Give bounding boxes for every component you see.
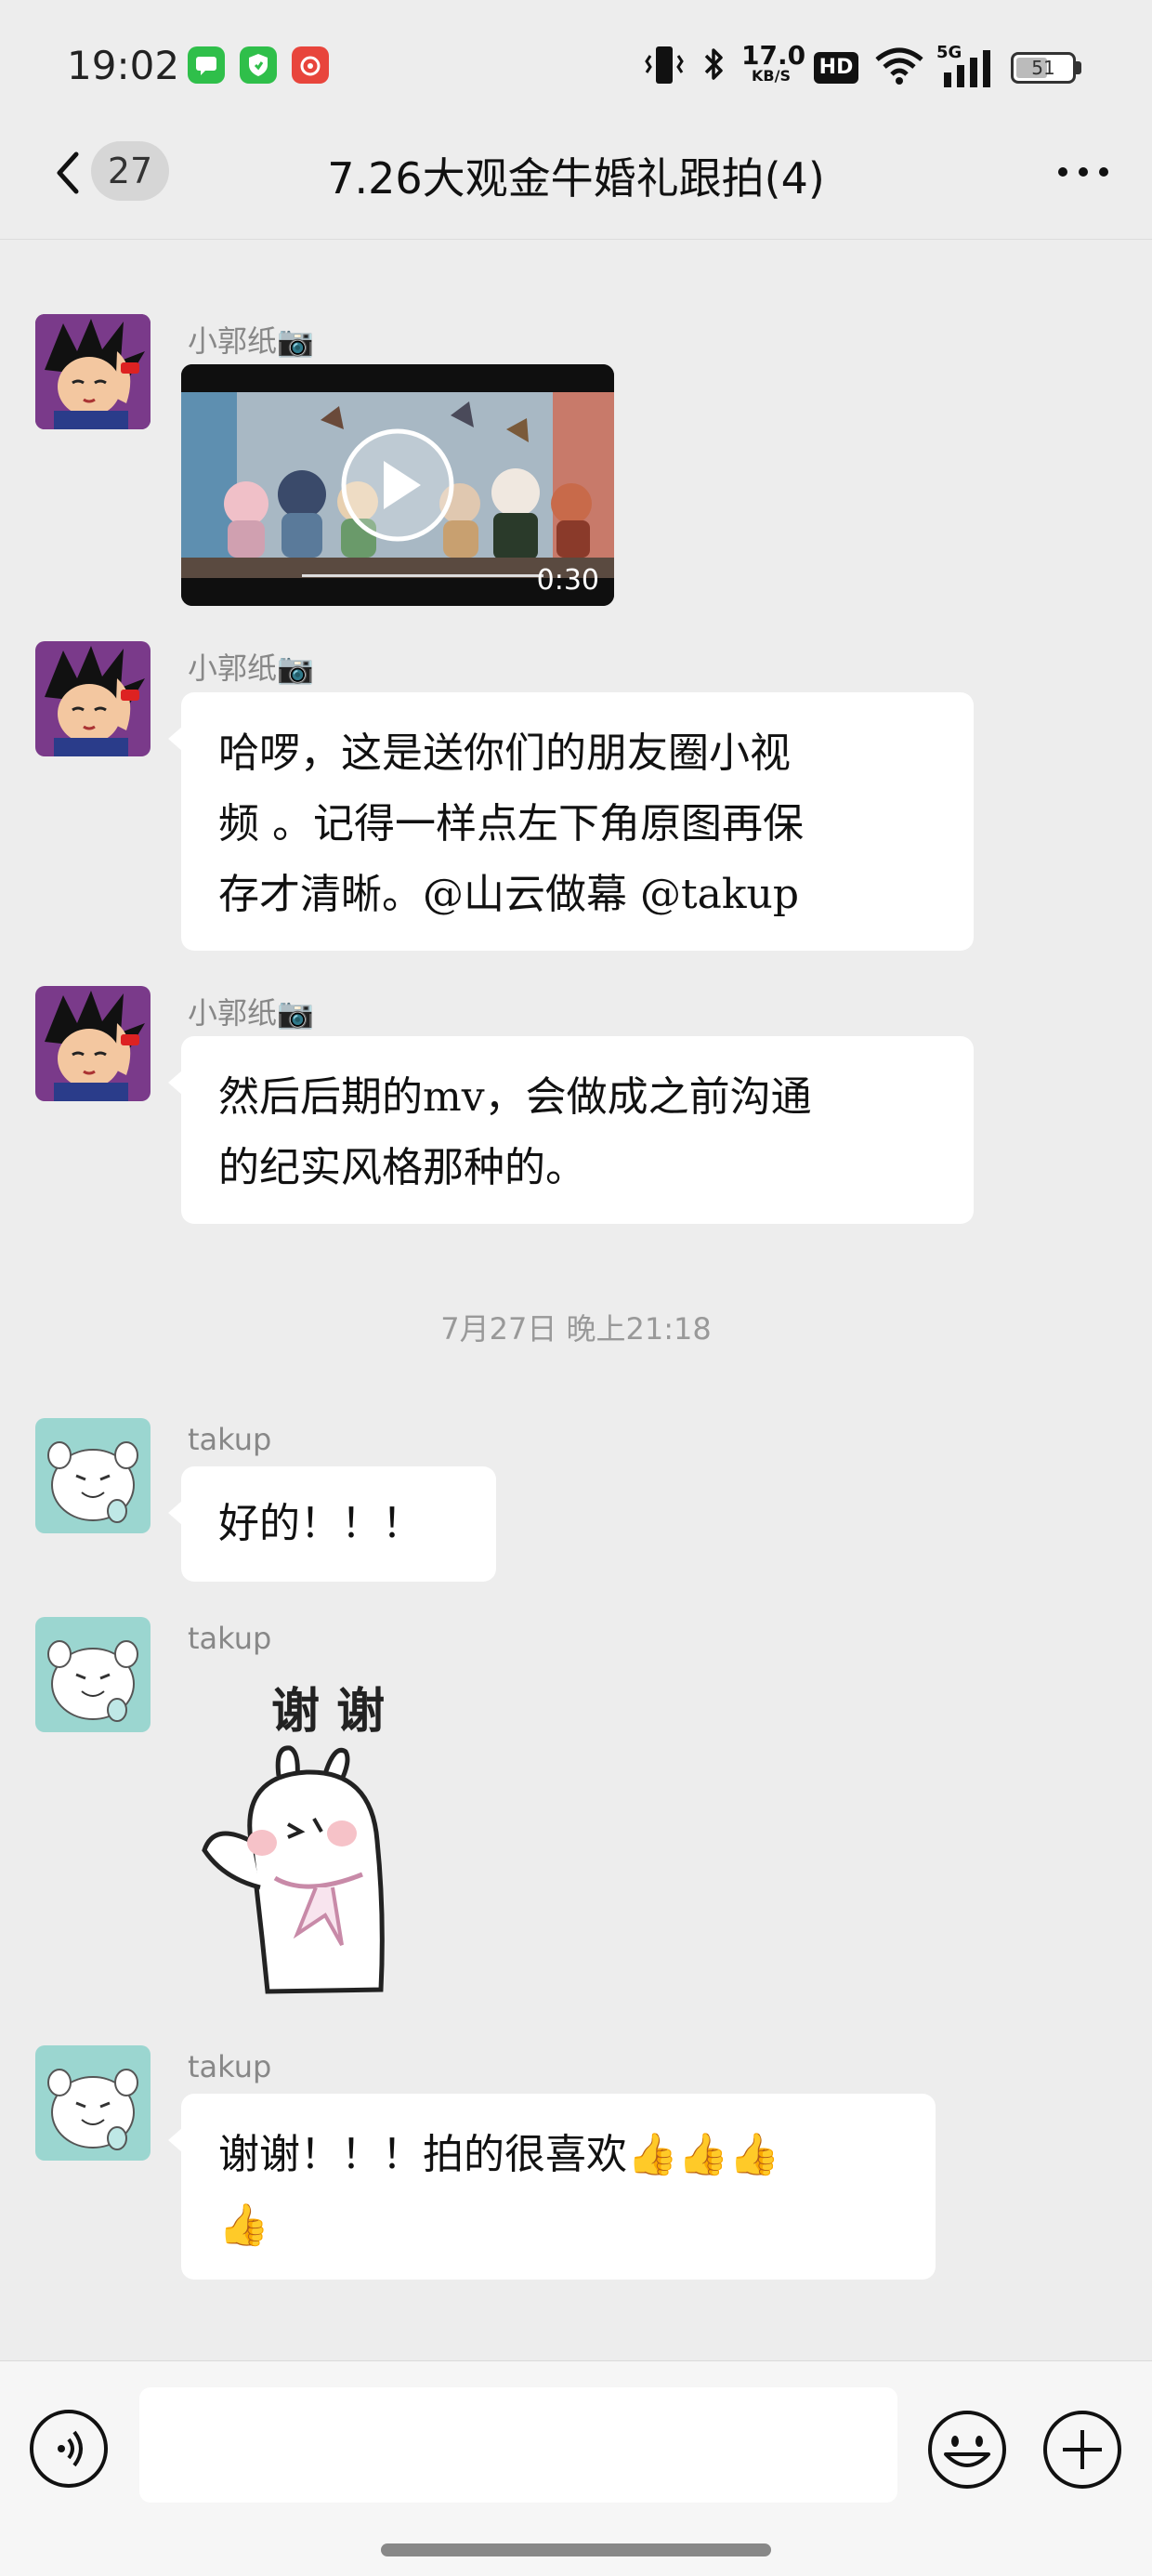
home-indicator[interactable] — [381, 2543, 771, 2556]
battery-level: 51 — [1031, 57, 1055, 79]
sender-name: 小郭纸📷 — [188, 323, 314, 359]
chat-timestamp: 7月27日 晚上21:18 — [440, 1311, 712, 1347]
message-line: 哈啰，这是送你们的朋友圈小视 — [218, 729, 791, 777]
avatar-xiaoguozhi[interactable] — [35, 314, 151, 429]
message-bubble[interactable]: 好的！！！ — [168, 1466, 496, 1582]
avatar-xiaoguozhi[interactable] — [35, 641, 151, 756]
signal-bars-icon — [944, 50, 990, 87]
add-more-icon[interactable] — [1041, 2408, 1124, 2491]
battery-icon: 51 — [1011, 52, 1083, 84]
bluetooth-icon — [704, 48, 723, 80]
avatar-takup[interactable] — [35, 1418, 151, 1533]
music-app-icon — [292, 46, 329, 84]
messages-app-icon — [188, 46, 225, 84]
message-line: 频 。记得一样点左下角原图再保 — [218, 800, 804, 848]
network-speed-unit: KB/S — [752, 67, 791, 85]
avatar-takup[interactable] — [35, 1617, 151, 1732]
message-input[interactable] — [139, 2387, 897, 2503]
message-bubble[interactable]: 谢谢！！！拍的很喜欢👍👍👍 👍 — [168, 2094, 936, 2280]
sender-name: takup — [188, 2049, 272, 2084]
hd-badge: HD — [814, 52, 858, 84]
chat-title: 7.26大观金牛婚礼跟拍(4) — [327, 153, 825, 204]
message-line: 然后后期的mv，会做成之前沟通 — [218, 1073, 812, 1121]
message-bubble[interactable]: 然后后期的mv，会做成之前沟通 的纪实风格那种的。 — [168, 1036, 974, 1224]
avatar-takup[interactable] — [35, 2045, 151, 2161]
sender-name: takup — [188, 1621, 272, 1656]
more-options-icon[interactable] — [1055, 158, 1111, 186]
video-duration: 0:30 — [536, 564, 599, 597]
sticker-message[interactable]: 谢 谢 — [186, 1668, 446, 2012]
voice-input-icon[interactable] — [28, 2408, 110, 2490]
message-line: 👍 — [218, 2201, 269, 2249]
chat-header: 27 7.26大观金牛婚礼跟拍(4) — [0, 138, 1152, 240]
sticker-text: 谢 谢 — [271, 1684, 386, 1740]
status-time: 19:02 — [67, 43, 180, 88]
avatar-xiaoguozhi[interactable] — [35, 986, 151, 1101]
sender-name: 小郭纸📷 — [188, 995, 314, 1031]
input-bar — [0, 2360, 1152, 2576]
network-speed: 17.0 KB/S — [741, 40, 806, 85]
message-line: 存才清晰。@山云做幕 @takup — [218, 871, 800, 918]
message-line: 好的！！！ — [218, 1500, 423, 1547]
vibrate-icon — [645, 46, 684, 84]
message-bubble[interactable]: 哈啰，这是送你们的朋友圈小视 频 。记得一样点左下角原图再保 存才清晰。@山云做… — [168, 692, 974, 951]
sender-name: 小郭纸📷 — [188, 651, 314, 686]
status-bar: 19:02 17.0 KB/S HD 5G 51 — [0, 0, 1152, 138]
message-line: 谢谢！！！拍的很喜欢👍👍👍 — [218, 2131, 780, 2178]
message-line: 的纪实风格那种的。 — [218, 1144, 586, 1191]
emoji-icon[interactable] — [925, 2408, 1009, 2491]
network-speed-value: 17.0 — [741, 40, 806, 71]
bunny-sticker-icon — [202, 1745, 385, 1994]
security-app-icon — [240, 46, 277, 84]
sender-name: takup — [188, 1422, 272, 1457]
wifi-icon — [875, 47, 923, 85]
signal-indicator: 5G — [936, 43, 996, 89]
video-message[interactable]: 0:30 — [181, 364, 614, 606]
